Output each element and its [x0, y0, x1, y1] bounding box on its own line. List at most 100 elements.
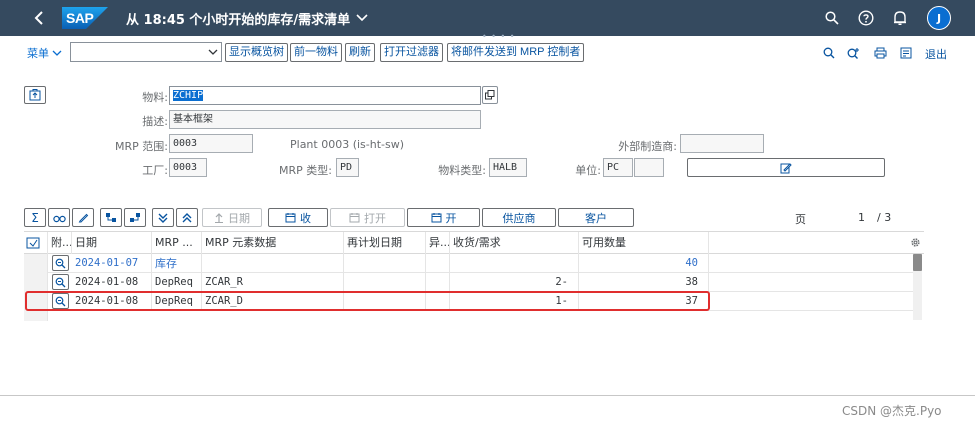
help-icon[interactable] [849, 4, 883, 32]
exit-button[interactable]: 退出 [925, 46, 947, 62]
row-details-button[interactable] [52, 255, 69, 271]
cell-mrp-element: 库存 [152, 254, 202, 273]
table-row[interactable]: 2024-01-07 库存 40 [24, 254, 914, 273]
send-mail-mrp-controller-button[interactable]: 将邮件发送到 MRP 控制者 [447, 43, 585, 62]
double-chevron-up-icon [182, 212, 192, 222]
double-chevron-down-icon [158, 213, 168, 223]
row-selector [24, 311, 48, 321]
row-selector[interactable] [24, 254, 48, 273]
chevron-down-icon[interactable] [208, 47, 218, 57]
date-button[interactable]: 日期 [202, 208, 262, 227]
customer-button[interactable]: 客户 [558, 208, 634, 227]
app-title[interactable]: 从 18:45 个小时开始的库存/需求清单 [126, 9, 350, 28]
search-next-icon[interactable] [846, 45, 862, 61]
collapse-all-button[interactable] [152, 208, 174, 227]
column-header-available-qty[interactable]: 可用数量 [579, 232, 709, 254]
mrp-area-description: Plant 0003 (is-ht-sw) [290, 138, 405, 151]
collapse-icon [29, 89, 41, 101]
material-search-help-button[interactable] [482, 86, 498, 104]
zoom-icon [55, 277, 66, 287]
zoom-icon [55, 258, 66, 268]
cell-available-qty: 40 [579, 254, 709, 273]
vertical-scrollbar[interactable] [913, 254, 922, 320]
sigma-icon: Σ [31, 210, 39, 225]
show-overview-tree-button[interactable]: 显示概览树 [225, 43, 288, 62]
column-header-exception[interactable]: 异... [426, 232, 450, 254]
details-button[interactable] [48, 208, 70, 227]
back-icon[interactable] [30, 9, 48, 27]
previous-material-button[interactable]: 前一物料 [290, 43, 342, 62]
select-layout-icon [26, 237, 40, 249]
expand-all-button[interactable] [176, 208, 198, 227]
cell-exception [426, 254, 450, 273]
column-header-attachment[interactable]: 附... [48, 232, 72, 254]
cell-reschedule-date [344, 273, 426, 292]
unit-field: PC [603, 158, 633, 177]
unit-value: PC [607, 162, 620, 173]
plant-field: 0003 [169, 158, 207, 177]
row-details-button[interactable] [52, 274, 69, 290]
layout-button[interactable] [124, 208, 146, 227]
highlight-box [25, 291, 710, 311]
org-layout-button[interactable] [100, 208, 122, 227]
bell-icon[interactable] [883, 4, 917, 32]
expand-header-button[interactable] [24, 86, 46, 104]
chevron-down-icon[interactable] [356, 12, 368, 24]
settings-layout-icon[interactable] [898, 45, 914, 61]
cell-mrp-element-data: ZCAR_R [202, 273, 344, 292]
avatar[interactable]: J [927, 6, 951, 30]
divider [0, 395, 975, 396]
gear-icon [911, 238, 920, 247]
open-filter-button[interactable]: 打开过滤器 [380, 43, 443, 62]
mrp-area-label: MRP 范围: [115, 140, 168, 153]
cell-mrp-element-data [202, 254, 344, 273]
calendar-icon [349, 213, 360, 223]
up-arrow-icon [215, 212, 223, 223]
material-field[interactable]: ZCHIP [169, 86, 481, 105]
table-row[interactable]: 2024-01-08 DepReq ZCAR_R 2- 38 [24, 273, 914, 292]
edit-button[interactable] [72, 208, 94, 227]
print-icon[interactable] [872, 45, 888, 61]
cell-date: 2024-01-08 [72, 273, 152, 292]
material-type-value: HALB [493, 162, 518, 173]
select-all-button[interactable] [24, 232, 48, 254]
sap-logo[interactable]: SAP [62, 7, 108, 29]
mrp-area-field: 0003 [169, 134, 253, 153]
edit-note-button[interactable] [687, 158, 885, 177]
material-type-field: HALB [489, 158, 527, 177]
row-selector[interactable] [24, 273, 48, 292]
receive-button[interactable]: 收 [268, 208, 328, 227]
menu-label: 菜单 [27, 47, 49, 60]
table-header: 附... 日期 MRP ... MRP 元素数据 再计划日期 异... 收货/需… [24, 231, 924, 254]
mrp-type-value: PD [340, 162, 353, 173]
open-period-button[interactable]: 开 [407, 208, 480, 227]
column-header-date[interactable]: 日期 [72, 232, 152, 254]
external-manufacturer-label: 外部制造商: [618, 140, 677, 153]
page-current: 1 [858, 211, 865, 224]
search-icon[interactable] [821, 45, 837, 61]
description-value: 基本框架 [173, 114, 213, 125]
open-period-button-label: 开 [445, 211, 457, 225]
column-header-mrp-element[interactable]: MRP ... [152, 232, 202, 254]
toolbar: 菜单 显示概览树 前一物料 刷新 打开过滤器 将邮件发送到 MRP 控制者 退出 [0, 40, 975, 64]
hierarchy-alt-icon [130, 213, 140, 222]
refresh-button[interactable]: 刷新 [345, 43, 375, 62]
command-field[interactable] [70, 42, 222, 62]
table-settings-button[interactable] [909, 232, 924, 254]
calendar-icon [431, 213, 441, 223]
vendor-button[interactable]: 供应商 [482, 208, 556, 227]
scrollbar-thumb[interactable] [913, 254, 922, 271]
column-header-reschedule-date[interactable]: 再计划日期 [344, 232, 426, 254]
external-manufacturer-field [680, 134, 764, 153]
column-header-receipt-requirement[interactable]: 收货/需求 [450, 232, 579, 254]
vendor-button-label: 供应商 [502, 211, 536, 225]
sum-button[interactable]: Σ [24, 208, 46, 227]
search-icon[interactable] [815, 4, 849, 32]
pencil-icon [78, 213, 88, 223]
menu-button[interactable]: 菜单 [27, 45, 62, 61]
cell-date: 2024-01-07 [72, 254, 152, 273]
shell-bar: SAP 从 18:45 个小时开始的库存/需求清单 J [0, 0, 975, 36]
plant-label: 工厂: [142, 164, 168, 177]
column-header-mrp-element-data[interactable]: MRP 元素数据 [202, 232, 344, 254]
open-button[interactable]: 打开 [330, 208, 405, 227]
